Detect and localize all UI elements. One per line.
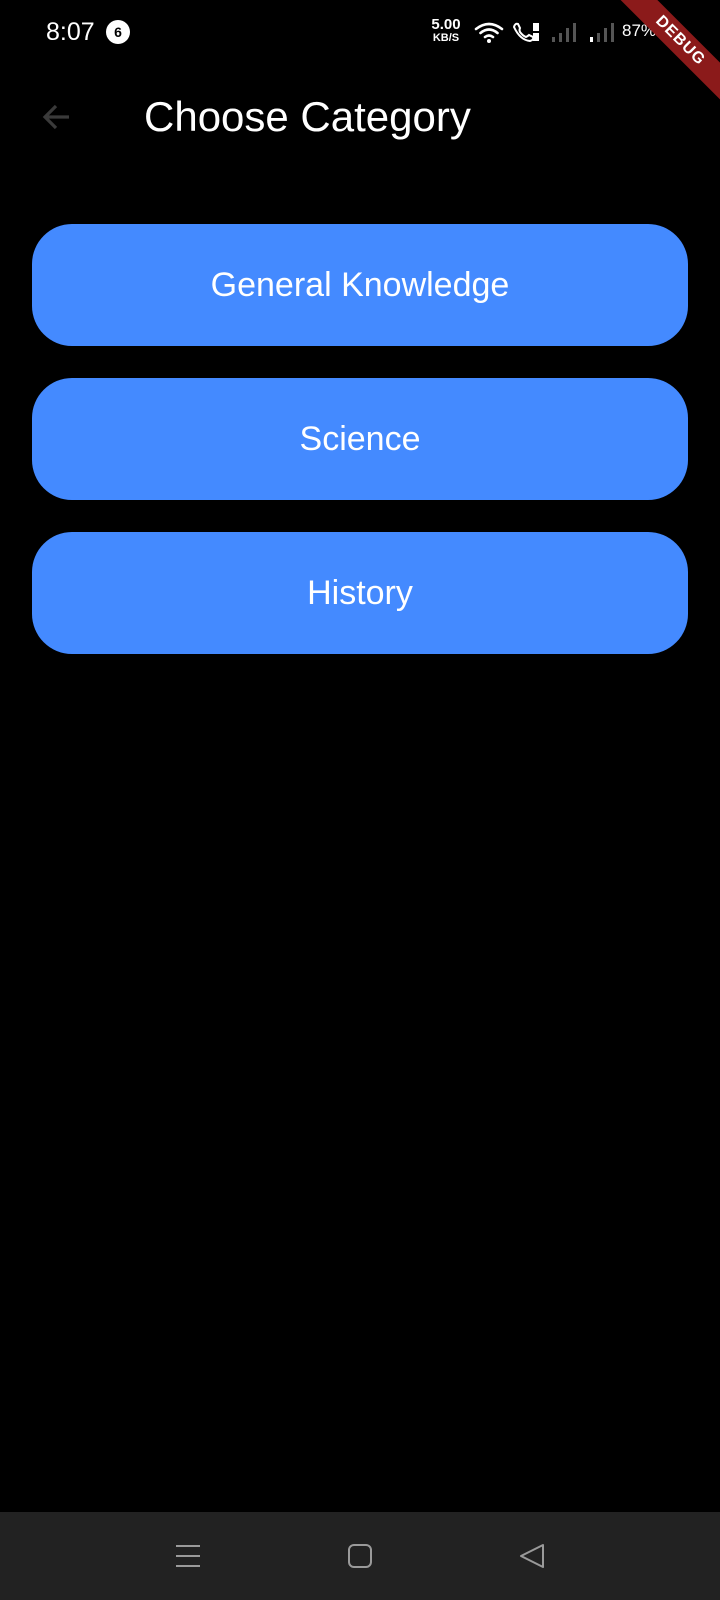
signal-sim2-icon <box>590 23 614 42</box>
nav-back-button[interactable] <box>510 1534 554 1578</box>
status-bar: 8:07 6 5.00 KB/S 87% <box>0 0 720 64</box>
category-button-history[interactable]: History <box>32 532 688 654</box>
nav-recents-button[interactable] <box>166 1534 210 1578</box>
menu-icon <box>176 1545 200 1567</box>
category-button-science[interactable]: Science <box>32 378 688 500</box>
category-list: General Knowledge Science History <box>32 224 688 686</box>
back-triangle-icon <box>520 1544 544 1568</box>
wifi-call-icon <box>512 22 539 43</box>
category-button-general-knowledge[interactable]: General Knowledge <box>32 224 688 346</box>
network-speed-value: 5.00 <box>431 16 461 33</box>
home-icon <box>348 1544 372 1568</box>
app-bar: Choose Category <box>0 64 720 176</box>
nav-home-button[interactable] <box>338 1534 382 1578</box>
status-time: 8:07 <box>46 18 95 46</box>
wifi-icon <box>474 22 504 43</box>
back-button[interactable] <box>30 90 84 144</box>
network-speed-unit: KB/S <box>432 32 460 44</box>
arrow-left-icon <box>42 104 69 130</box>
notification-badge: 6 <box>106 20 130 44</box>
page-title: Choose Category <box>144 93 471 140</box>
system-nav-bar <box>0 1512 720 1600</box>
signal-sim1-icon <box>552 23 576 42</box>
network-speed: 5.00 KB/S <box>428 17 464 44</box>
